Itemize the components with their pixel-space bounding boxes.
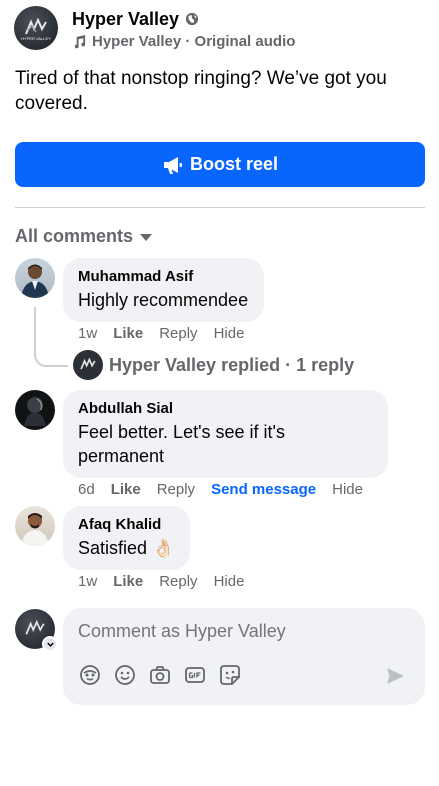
hide-button[interactable]: Hide	[214, 325, 245, 342]
comment-time[interactable]: 1w	[78, 325, 97, 342]
comments-filter-label: All comments	[15, 226, 134, 246]
composer-toolbar	[79, 664, 254, 686]
audio-label[interactable]: Hyper Valley · Original audio	[92, 33, 295, 50]
page-avatar[interactable]: HYPER VALLEY	[14, 6, 58, 50]
avatar[interactable]	[15, 506, 55, 546]
emoji-icon[interactable]	[114, 664, 136, 686]
reply-button[interactable]: Reply	[159, 325, 197, 342]
send-message-button[interactable]: Send message	[211, 481, 316, 498]
comments-filter[interactable]: All comments	[15, 226, 153, 247]
megaphone-icon	[163, 156, 182, 174]
camera-icon[interactable]	[149, 664, 171, 686]
comment-actions: 1w Like Reply Hide	[78, 325, 260, 342]
comment-input[interactable]	[78, 621, 378, 642]
logo-text: HYPER VALLEY	[21, 36, 51, 41]
comment-actions: 1w Like Reply Hide	[78, 573, 260, 590]
page-name[interactable]: Hyper Valley	[72, 8, 179, 30]
divider	[15, 207, 425, 208]
comment-text: Highly recommendee	[78, 290, 249, 310]
hyper-valley-logo-icon	[80, 357, 96, 370]
comment-time[interactable]: 6d	[78, 481, 95, 498]
gif-icon[interactable]	[184, 664, 206, 686]
comment-author[interactable]: Abdullah Sial	[78, 399, 374, 418]
post-header: HYPER VALLEY Hyper Valley Hyper Valley ·…	[14, 6, 295, 50]
post-caption: Tired of that nonstop ringing? We’ve got…	[15, 68, 387, 114]
composer-avatar[interactable]	[15, 609, 58, 652]
chevron-down-icon[interactable]	[42, 636, 58, 652]
comment-time[interactable]: 1w	[78, 573, 97, 590]
person-photo-icon	[21, 264, 49, 298]
comment-actions: 6d Like Reply Send message Hide	[78, 481, 379, 498]
caret-down-icon	[140, 234, 153, 241]
avatar-sticker-icon[interactable]	[79, 664, 101, 686]
hide-button[interactable]: Hide	[332, 481, 363, 498]
avatar[interactable]	[15, 390, 55, 430]
music-note-icon	[74, 34, 86, 49]
comment-bubble: Muhammad Asif Highly recommendee	[63, 258, 265, 322]
like-button[interactable]: Like	[113, 325, 143, 342]
boost-reel-button[interactable]: Boost reel	[15, 142, 425, 187]
person-photo-icon	[24, 397, 46, 426]
comment: Abdullah Sial Feel better. Let's see if …	[15, 390, 388, 478]
comment-author[interactable]: Muhammad Asif	[78, 267, 248, 286]
reply-button[interactable]: Reply	[157, 481, 195, 498]
sticker-icon[interactable]	[219, 664, 241, 686]
reply-button[interactable]: Reply	[159, 573, 197, 590]
page-avatar	[73, 350, 103, 380]
person-photo-icon	[21, 513, 49, 546]
view-replies-link[interactable]: Hyper Valley replied · 1 reply	[73, 350, 354, 380]
comment-bubble: Afaq Khalid Satisfied 👌🏻	[63, 506, 191, 570]
send-icon[interactable]	[385, 666, 405, 686]
boost-reel-label: Boost reel	[189, 154, 279, 174]
comment-text: Feel better. Let's see if it's permanent	[78, 422, 285, 466]
thread-connector	[34, 307, 68, 367]
comment: Afaq Khalid Satisfied 👌🏻	[15, 506, 191, 570]
hide-button[interactable]: Hide	[214, 573, 245, 590]
hyper-valley-logo-icon: HYPER VALLEY	[21, 17, 51, 41]
comment-text: Satisfied 👌🏻	[78, 538, 175, 558]
comment-author[interactable]: Afaq Khalid	[78, 515, 174, 534]
comment-composer	[63, 608, 425, 705]
like-button[interactable]: Like	[111, 481, 141, 498]
avatar[interactable]	[15, 258, 55, 298]
replied-label: Hyper Valley replied · 1 reply	[109, 354, 355, 375]
like-button[interactable]: Like	[113, 573, 143, 590]
comment-bubble: Abdullah Sial Feel better. Let's see if …	[63, 390, 388, 478]
globe-icon	[185, 12, 199, 26]
